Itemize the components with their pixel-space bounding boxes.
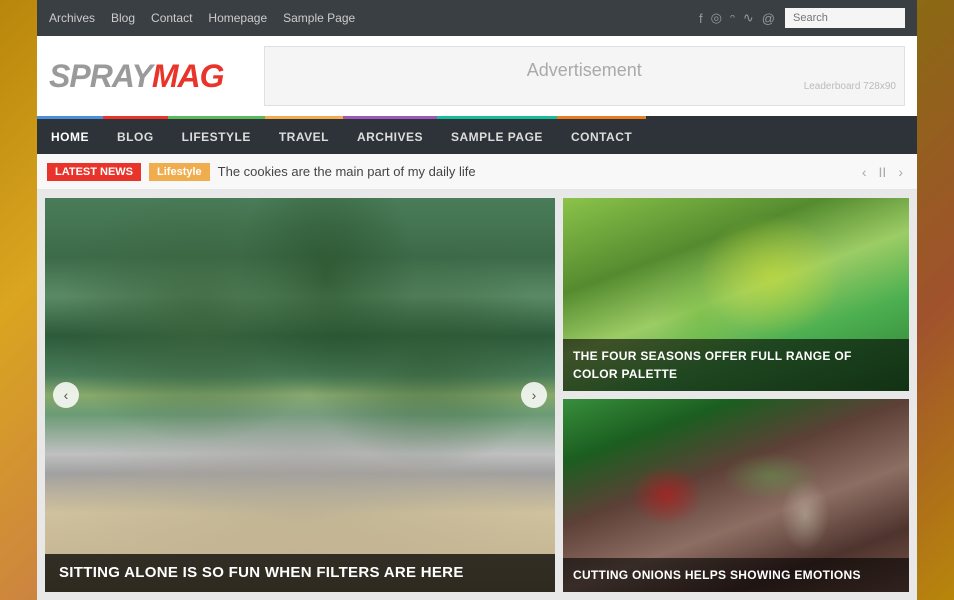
twitter-icon[interactable]: ᵔ (730, 11, 735, 26)
main-nav: HOME BLOG LIFESTYLE TRAVEL ARCHIVES SAMP… (37, 116, 917, 154)
rss-icon[interactable]: ∿ (743, 10, 754, 26)
featured-main-image (45, 198, 555, 592)
nav-lifestyle[interactable]: LIFESTYLE (168, 116, 265, 154)
top-nav-sample-page[interactable]: Sample Page (283, 11, 355, 25)
main-wrapper: Archives Blog Contact Homepage Sample Pa… (37, 0, 917, 600)
news-pause-btn[interactable]: II (875, 162, 891, 182)
side-article-2[interactable]: CUTTING ONIONS HELPS SHOWING EMOTIONS (563, 399, 909, 592)
latest-news-bar: LATEST NEWS Lifestyle The cookies are th… (37, 154, 917, 190)
news-next-btn[interactable]: › (894, 162, 907, 182)
news-controls: ‹ II › (858, 162, 907, 182)
logo-spray: SPRAY (49, 58, 152, 94)
top-nav-blog[interactable]: Blog (111, 11, 135, 25)
featured-caption: SITTING ALONE IS SO FUN WHEN FILTERS ARE… (45, 554, 555, 592)
nav-travel[interactable]: TRAVEL (265, 116, 343, 154)
pinterest-icon[interactable]: ◎ (711, 10, 722, 26)
nav-contact[interactable]: CONTACT (557, 116, 646, 154)
top-nav-right: f ◎ ᵔ ∿ @ (699, 8, 905, 28)
search-input[interactable] (785, 8, 905, 28)
latest-news-badge: LATEST NEWS (47, 163, 141, 181)
side-article-1-caption-text: THE FOUR SEASONS OFFER FULL RANGE OF COL… (573, 349, 852, 381)
side-article-1-caption: THE FOUR SEASONS OFFER FULL RANGE OF COL… (563, 339, 909, 391)
side-article-2-caption-text: CUTTING ONIONS HELPS SHOWING EMOTIONS (573, 568, 861, 582)
news-headline: The cookies are the main part of my dail… (218, 164, 850, 179)
nav-blog[interactable]: BLOG (103, 116, 168, 154)
logo-mag: MAG (152, 58, 224, 94)
ad-banner: Advertisement Leaderboard 728x90 (264, 46, 905, 106)
site-logo[interactable]: SPRAYMAG (49, 58, 224, 95)
ad-sub-label: Leaderboard 728x90 (265, 81, 904, 92)
side-article-2-caption: CUTTING ONIONS HELPS SHOWING EMOTIONS (563, 558, 909, 592)
nav-home[interactable]: HOME (37, 116, 103, 154)
featured-next-button[interactable]: › (521, 382, 547, 408)
email-icon[interactable]: @ (762, 11, 775, 26)
header-area: SPRAYMAG Advertisement Leaderboard 728x9… (37, 36, 917, 116)
facebook-icon[interactable]: f (699, 11, 703, 26)
featured-prev-button[interactable]: ‹ (53, 382, 79, 408)
side-article-1[interactable]: THE FOUR SEASONS OFFER FULL RANGE OF COL… (563, 198, 909, 391)
featured-main[interactable]: ‹ › SITTING ALONE IS SO FUN WHEN FILTERS… (45, 198, 555, 592)
side-articles: THE FOUR SEASONS OFFER FULL RANGE OF COL… (563, 198, 909, 592)
top-nav-contact[interactable]: Contact (151, 11, 192, 25)
category-badge: Lifestyle (149, 163, 210, 181)
nav-sample-page[interactable]: SAMPLE PAGE (437, 116, 557, 154)
top-nav: Archives Blog Contact Homepage Sample Pa… (37, 0, 917, 36)
news-prev-btn[interactable]: ‹ (858, 162, 871, 182)
top-nav-links: Archives Blog Contact Homepage Sample Pa… (49, 11, 355, 25)
content-area: ‹ › SITTING ALONE IS SO FUN WHEN FILTERS… (37, 190, 917, 600)
ad-label: Advertisement (527, 60, 642, 81)
nav-archives[interactable]: ARCHIVES (343, 116, 437, 154)
top-nav-homepage[interactable]: Homepage (208, 11, 267, 25)
featured-caption-text: SITTING ALONE IS SO FUN WHEN FILTERS ARE… (59, 564, 464, 581)
social-icons: f ◎ ᵔ ∿ @ (699, 10, 775, 26)
top-nav-archives[interactable]: Archives (49, 11, 95, 25)
